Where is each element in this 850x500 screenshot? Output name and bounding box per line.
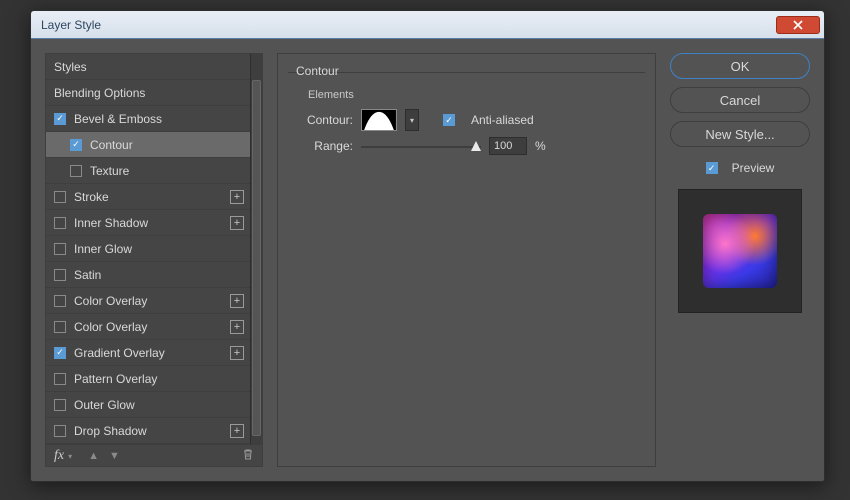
style-row-label: Satin <box>74 268 101 282</box>
add-effect-button[interactable]: + <box>230 346 244 360</box>
style-row[interactable]: Texture <box>46 158 250 184</box>
layer-style-dialog: Layer Style Styles Blending Options Bevel… <box>30 10 825 482</box>
elements-title: Elements <box>308 89 635 101</box>
range-slider[interactable] <box>361 140 481 152</box>
antialiased-label: Anti-aliased <box>471 113 534 127</box>
style-row[interactable]: Pattern Overlay <box>46 366 250 392</box>
style-checkbox[interactable] <box>70 165 82 177</box>
style-row[interactable]: Satin <box>46 262 250 288</box>
preview-box <box>678 189 802 313</box>
style-row-label: Drop Shadow <box>74 424 147 438</box>
style-row-label: Stroke <box>74 190 109 204</box>
style-checkbox[interactable] <box>54 373 66 385</box>
fx-menu[interactable]: fx <box>54 448 64 464</box>
range-input[interactable] <box>489 137 527 155</box>
style-row-label: Color Overlay <box>74 320 147 334</box>
style-row[interactable]: Inner Shadow + <box>46 210 250 236</box>
style-checkbox[interactable] <box>54 425 66 437</box>
antialiased-checkbox[interactable] <box>443 114 455 126</box>
options-panel: Contour Elements Contour: ▾ <box>277 53 656 467</box>
style-checkbox[interactable] <box>54 399 66 411</box>
scrollbar-thumb[interactable] <box>252 80 261 436</box>
style-row-label: Outer Glow <box>74 398 135 412</box>
dialog-body: Styles Blending Options Bevel & Emboss Con… <box>31 39 824 481</box>
panel-title: Contour <box>292 64 343 78</box>
add-effect-button[interactable]: + <box>230 424 244 438</box>
add-effect-button[interactable]: + <box>230 294 244 308</box>
styles-header-label: Styles <box>54 60 87 74</box>
chevron-down-icon: ▾ <box>410 116 414 125</box>
close-button[interactable] <box>776 16 820 34</box>
style-row-label: Gradient Overlay <box>74 346 165 360</box>
move-down-button[interactable]: ▼ <box>109 450 120 462</box>
style-row[interactable]: Inner Glow <box>46 236 250 262</box>
style-row-label: Color Overlay <box>74 294 147 308</box>
contour-curve-icon <box>362 110 396 131</box>
delete-button[interactable] <box>242 448 254 463</box>
add-effect-button[interactable]: + <box>230 320 244 334</box>
style-row-label: Inner Shadow <box>74 216 148 230</box>
style-checkbox[interactable] <box>54 295 66 307</box>
styles-panel: Styles Blending Options Bevel & Emboss Con… <box>45 53 263 467</box>
style-row[interactable]: Outer Glow <box>46 392 250 418</box>
cancel-button[interactable]: Cancel <box>670 87 810 113</box>
right-column: OK Cancel New Style... Preview <box>670 53 810 467</box>
preview-label: Preview <box>732 161 775 175</box>
style-row-label: Contour <box>90 138 133 152</box>
move-up-button[interactable]: ▲ <box>88 450 99 462</box>
preview-checkbox[interactable] <box>706 162 718 174</box>
style-row[interactable]: Stroke + <box>46 184 250 210</box>
slider-track-line <box>361 146 481 148</box>
style-checkbox[interactable] <box>54 243 66 255</box>
style-row-label: Pattern Overlay <box>74 372 157 386</box>
contour-dropdown[interactable]: ▾ <box>405 109 419 131</box>
contour-label: Contour: <box>298 113 353 127</box>
window-title: Layer Style <box>41 18 101 32</box>
chevron-down-icon: ▾ <box>68 452 72 461</box>
style-checkbox[interactable] <box>54 217 66 229</box>
add-effect-button[interactable]: + <box>230 190 244 204</box>
styles-scrollbar[interactable] <box>250 54 262 444</box>
add-effect-button[interactable]: + <box>230 216 244 230</box>
preview-swatch <box>703 214 777 288</box>
style-checkbox[interactable] <box>54 347 66 359</box>
style-checkbox[interactable] <box>54 113 66 125</box>
style-row-label: Bevel & Emboss <box>74 112 162 126</box>
contour-picker[interactable] <box>361 109 397 131</box>
style-checkbox[interactable] <box>54 191 66 203</box>
style-row[interactable]: Blending Options <box>46 80 250 106</box>
style-checkbox[interactable] <box>54 321 66 333</box>
style-row-label: Texture <box>90 164 129 178</box>
range-label: Range: <box>298 139 353 153</box>
titlebar[interactable]: Layer Style <box>31 11 824 39</box>
pct-label: % <box>535 139 546 153</box>
new-style-button[interactable]: New Style... <box>670 121 810 147</box>
style-row[interactable]: Color Overlay + <box>46 314 250 340</box>
style-row[interactable]: Color Overlay + <box>46 288 250 314</box>
styles-header[interactable]: Styles <box>46 54 250 80</box>
style-row-label: Inner Glow <box>74 242 132 256</box>
style-checkbox[interactable] <box>54 269 66 281</box>
styles-list: Styles Blending Options Bevel & Emboss Con… <box>46 54 250 444</box>
style-row-label: Blending Options <box>54 86 145 100</box>
close-icon <box>793 20 803 30</box>
style-row[interactable]: Bevel & Emboss <box>46 106 250 132</box>
styles-footer: fx ▾ ▲ ▼ <box>46 444 262 466</box>
ok-button[interactable]: OK <box>670 53 810 79</box>
style-row[interactable]: Drop Shadow + <box>46 418 250 444</box>
style-checkbox[interactable] <box>70 139 82 151</box>
style-row[interactable]: Contour <box>46 132 250 158</box>
trash-icon <box>242 448 254 460</box>
style-row[interactable]: Gradient Overlay + <box>46 340 250 366</box>
